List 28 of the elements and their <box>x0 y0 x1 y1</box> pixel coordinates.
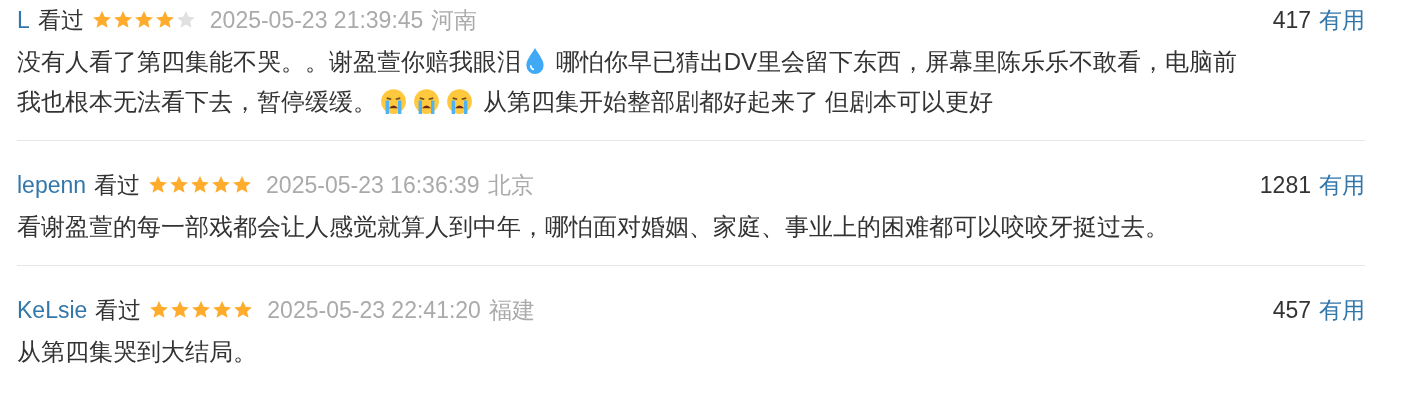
watch-status: 看过 <box>94 170 141 200</box>
comment-text: 看谢盈萱的每一部戏都会让人感觉就算人到中年，哪怕面对婚姻、家庭、事业上的困难都可以咬咬牙挺过去。 <box>17 213 1169 240</box>
useful-link[interactable]: 有用 <box>1319 4 1365 36</box>
watch-status: 看过 <box>95 295 142 325</box>
water-drop-icon <box>524 47 546 75</box>
crying-face-icon <box>413 88 440 115</box>
comment-time: 2025-05-23 16:36:39 <box>266 171 480 199</box>
comment-text: 从第四集哭到大结局。 <box>17 338 257 365</box>
comment-time: 2025-05-23 21:39:45 <box>209 6 424 34</box>
comment-text: 没有人看了第四集能不哭。。谢盈萱你赔我眼泪 <box>17 48 521 75</box>
crying-face-icon <box>446 88 473 115</box>
user-name-link[interactable]: lepenn <box>17 171 87 199</box>
comment-text: 从第四集开始整部剧都好起来了 但剧本可以更好 <box>481 88 994 115</box>
vote-count: 417 <box>1272 6 1311 34</box>
useful-link[interactable]: 有用 <box>1319 294 1365 326</box>
watch-status: 看过 <box>37 5 84 35</box>
comment-location: 北京 <box>487 170 534 200</box>
vote-count: 457 <box>1272 296 1311 324</box>
comment-text: 哪怕你早已猜出DV里会留下东西，屏幕里陈乐乐不敢看，电脑前 <box>554 48 1237 75</box>
comment-time: 2025-05-23 22:41:20 <box>267 296 481 324</box>
user-name-link[interactable]: KeLsie <box>17 296 88 324</box>
useful-link[interactable]: 有用 <box>1319 169 1365 201</box>
comment-text: 我也根本无法看下去，暂停缓缓。 <box>17 88 377 115</box>
user-name-link[interactable]: L <box>17 6 30 34</box>
vote-count: 1281 <box>1259 171 1311 199</box>
comment-location: 福建 <box>488 295 535 325</box>
comment-location: 河南 <box>431 5 478 35</box>
crying-face-icon <box>380 88 407 115</box>
